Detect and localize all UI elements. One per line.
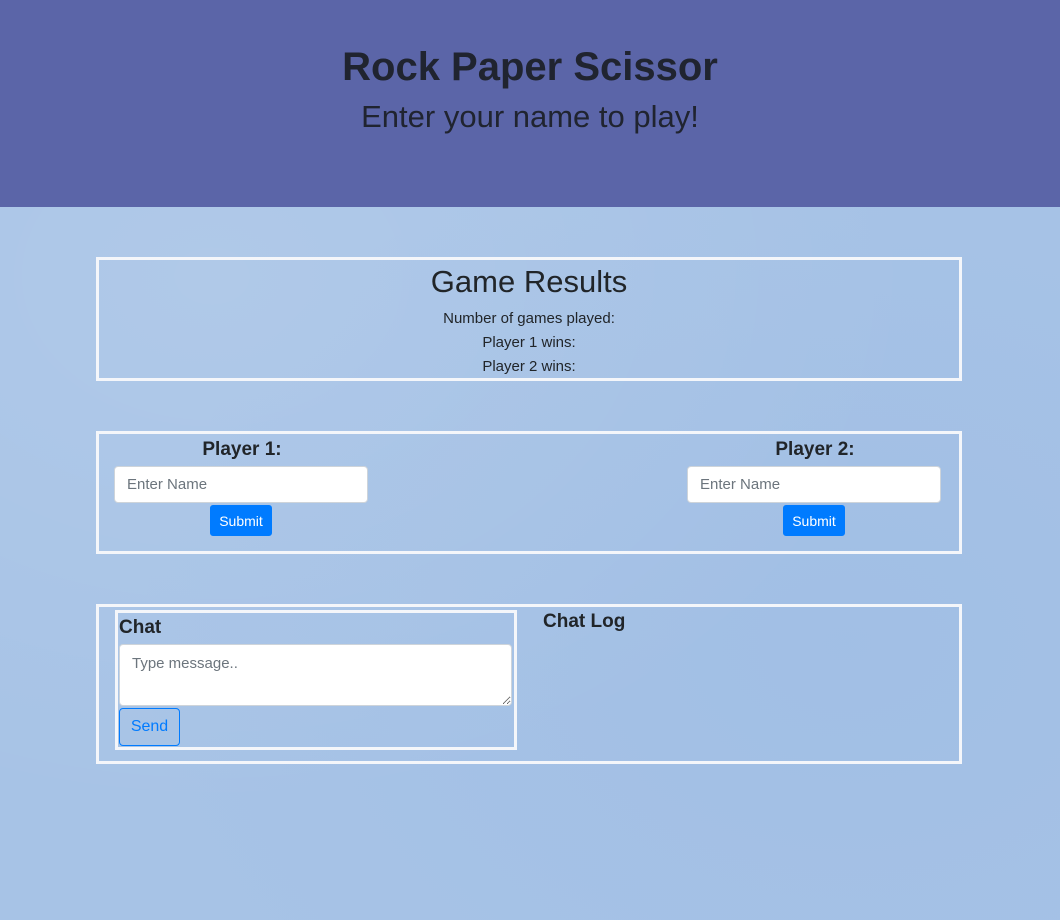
player1-wins-stat: Player 1 wins:	[482, 334, 576, 351]
game-results-title: Game Results	[430, 264, 628, 299]
chat-log-title: Chat Log	[543, 611, 626, 632]
chat-panel: Chat Send	[115, 610, 517, 750]
chat-title: Chat	[119, 617, 162, 638]
player2-wins-stat: Player 2 wins:	[482, 358, 576, 375]
send-button[interactable]: Send	[119, 708, 180, 746]
player1-name-input[interactable]	[114, 466, 368, 503]
player2-submit-button[interactable]: Submit	[783, 505, 845, 536]
player1-form: Player 1: Submit	[114, 434, 370, 551]
page-subtitle: Enter your name to play!	[361, 99, 699, 134]
player2-form: Player 2: Submit	[687, 434, 943, 551]
chat-message-input[interactable]	[119, 644, 512, 706]
player2-label: Player 2:	[775, 439, 855, 460]
page-header: Rock Paper Scissor Enter your name to pl…	[0, 0, 1060, 207]
players-panel: Player 1: Submit Player 2: Submit	[96, 431, 962, 554]
player1-label: Player 1:	[202, 439, 282, 460]
page-title: Rock Paper Scissor	[342, 45, 718, 89]
game-results-panel: Game Results Number of games played: Pla…	[96, 257, 962, 381]
games-played-stat: Number of games played:	[443, 310, 615, 327]
player2-name-input[interactable]	[687, 466, 941, 503]
player1-submit-button[interactable]: Submit	[210, 505, 272, 536]
chat-section: Chat Send Chat Log	[96, 604, 962, 764]
